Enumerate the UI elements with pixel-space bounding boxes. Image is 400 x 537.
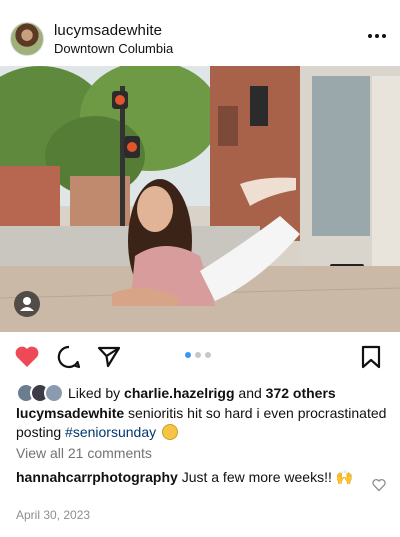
likes-prefix: Liked by (68, 385, 121, 401)
carousel-indicator (185, 352, 211, 358)
bookmark-icon[interactable] (358, 344, 384, 370)
carousel-dot (195, 352, 201, 358)
grimacing-emoji-icon (162, 424, 178, 440)
post-date: April 30, 2023 (16, 508, 91, 522)
comment-text: Just a few more weeks!! 🙌 (181, 469, 354, 485)
caption-hashtag[interactable]: #seniorsunday (65, 424, 156, 440)
person-tag-icon[interactable] (14, 291, 40, 317)
liker-avatar (44, 383, 64, 403)
comment-item: hannahcarrphotography Just a few more we… (16, 468, 366, 487)
caption-username[interactable]: lucymsadewhite (16, 405, 124, 421)
action-bar (0, 338, 400, 374)
share-icon[interactable] (96, 344, 122, 370)
post-photo[interactable] (0, 66, 400, 332)
carousel-dot (205, 352, 211, 358)
post-caption: lucymsadewhite senioritis hit so hard i … (16, 404, 388, 442)
likes-summary[interactable]: Liked by charlie.hazelrigg and 372 other… (16, 382, 336, 404)
heart-filled-icon[interactable] (14, 344, 40, 370)
heart-outline-icon[interactable] (372, 478, 386, 492)
likes-user[interactable]: charlie.hazelrigg (124, 385, 234, 401)
more-horizontal-icon[interactable] (366, 26, 388, 46)
user-avatar[interactable] (10, 22, 44, 56)
post-header: lucymsadewhite Downtown Columbia (0, 0, 400, 66)
liker-avatars (16, 383, 64, 403)
likes-others[interactable]: 372 others (266, 385, 336, 401)
comment-username[interactable]: hannahcarrphotography (16, 469, 178, 485)
post-username[interactable]: lucymsadewhite (54, 22, 162, 39)
view-all-comments-link[interactable]: View all 21 comments (16, 445, 152, 461)
likes-middle: and (238, 385, 262, 401)
post-location[interactable]: Downtown Columbia (54, 41, 173, 56)
photo-scene (0, 66, 400, 332)
comment-icon[interactable] (56, 344, 82, 370)
carousel-dot-active (185, 352, 191, 358)
